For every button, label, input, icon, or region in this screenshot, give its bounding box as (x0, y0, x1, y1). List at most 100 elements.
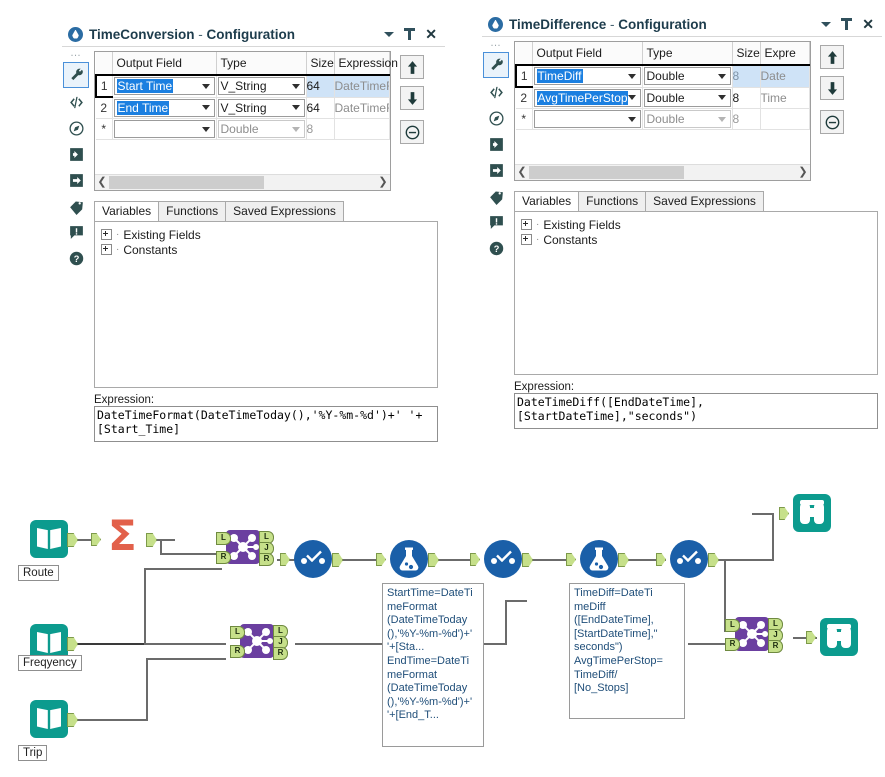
input-port[interactable] (470, 553, 480, 566)
expand-icon[interactable] (521, 234, 532, 245)
expression-value[interactable]: DateTimeF (334, 74, 390, 98)
chevron-down-icon[interactable] (717, 116, 726, 122)
formula-node-timedifference[interactable] (566, 540, 629, 578)
chevron-down-icon[interactable] (201, 105, 210, 111)
output-field-cell[interactable] (532, 108, 643, 130)
port-label-right[interactable]: R (216, 551, 231, 564)
output-port[interactable] (708, 553, 719, 567)
close-icon[interactable]: ✕ (425, 27, 437, 41)
scroll-right-icon[interactable]: ❯ (376, 177, 390, 188)
type-cell[interactable]: Double (642, 87, 733, 109)
output-field-cell[interactable]: End Time (112, 97, 217, 119)
chevron-down-icon[interactable] (201, 126, 210, 132)
expression-value[interactable] (760, 108, 810, 130)
expression-input[interactable]: DateTimeFormat(DateTimeToday(),'%Y-%m-%d… (94, 406, 438, 442)
expression-input[interactable]: DateTimeDiff([EndDateTime], [StartDateTi… (514, 393, 878, 429)
port-label-right[interactable]: R (230, 645, 245, 658)
output-field-cell[interactable] (112, 118, 217, 140)
type-cell[interactable]: V_String (216, 74, 307, 98)
output-port[interactable] (428, 553, 439, 567)
chevron-down-icon[interactable] (717, 95, 726, 101)
join-node-1[interactable]: L R L J R (216, 530, 274, 566)
tab-saved-expressions[interactable]: Saved Expressions (225, 201, 344, 221)
scroll-left-icon[interactable]: ❮ (95, 177, 109, 188)
scroll-track[interactable] (529, 166, 796, 179)
table-row-new[interactable]: * Double 8 (96, 118, 390, 140)
import-icon[interactable] (484, 132, 508, 156)
table-row[interactable]: 2 End Time V_String 64 DateTimeF (96, 97, 390, 119)
input-port[interactable] (376, 553, 386, 566)
grid-horizontal-scrollbar[interactable]: ❮ ❯ (95, 174, 390, 190)
type-cell[interactable]: V_String (216, 97, 307, 119)
chevron-down-icon[interactable] (291, 105, 300, 111)
formula-node-timeconversion[interactable] (376, 540, 439, 578)
move-down-button[interactable] (820, 76, 844, 100)
select-node-1[interactable] (280, 540, 343, 578)
type-cell[interactable]: Double (642, 64, 733, 88)
expression-value[interactable]: Date (760, 64, 810, 88)
output-port[interactable] (67, 533, 78, 547)
scroll-right-icon[interactable]: ❯ (796, 167, 810, 178)
size-value[interactable]: 8 (306, 118, 335, 140)
table-row[interactable]: 2 AvgTimePerStop Double 8 Time (516, 87, 810, 109)
tab-functions[interactable]: Functions (158, 201, 227, 221)
port-label-right[interactable]: R (725, 638, 740, 651)
pin-icon[interactable] (841, 18, 853, 30)
out-port-r[interactable]: R (259, 553, 274, 566)
workflow-canvas[interactable]: Route Freqyency Trip Σ L R L J R L R L J… (0, 460, 885, 777)
select-node-3[interactable] (656, 540, 719, 578)
warning-icon[interactable] (64, 220, 88, 244)
input-node-route[interactable] (30, 520, 78, 558)
port-label-left[interactable]: L (725, 619, 740, 632)
output-field-cell[interactable]: TimeDiff (532, 64, 643, 88)
output-port[interactable] (332, 553, 343, 567)
output-field-cell[interactable]: AvgTimePerStop (532, 87, 643, 109)
output-port[interactable] (67, 713, 78, 727)
tree-item-constants[interactable]: · Constants (101, 242, 431, 257)
output-port[interactable] (67, 637, 78, 651)
expand-icon[interactable] (101, 244, 112, 255)
tree-item-existing-fields[interactable]: · Existing Fields (101, 227, 431, 242)
pin-icon[interactable] (404, 28, 416, 40)
input-port[interactable] (806, 631, 816, 644)
tag-icon[interactable] (64, 194, 88, 218)
delete-row-button[interactable] (400, 120, 424, 144)
browse-node-2[interactable] (806, 618, 858, 656)
chevron-down-icon[interactable] (384, 31, 395, 37)
expression-value[interactable]: DateTimeF (334, 97, 390, 119)
close-icon[interactable]: ✕ (862, 17, 874, 31)
out-port-r[interactable]: R (768, 640, 783, 653)
size-value[interactable]: 8 (732, 87, 761, 109)
scroll-track[interactable] (109, 176, 376, 189)
rail-grip[interactable]: … (490, 38, 502, 50)
warning-icon[interactable] (484, 210, 508, 234)
size-value[interactable]: 8 (732, 108, 761, 130)
join-node-2[interactable]: L R L J R (230, 624, 288, 660)
input-port[interactable] (280, 553, 290, 566)
output-fields-grid[interactable]: Output Field Type Size Expression 1 Star… (94, 51, 398, 191)
input-port[interactable] (91, 533, 101, 546)
grid-horizontal-scrollbar[interactable]: ❮ ❯ (515, 164, 810, 180)
type-cell[interactable]: Double (642, 108, 733, 130)
join-node-3[interactable]: L R L J R (725, 617, 783, 653)
compass-icon[interactable] (484, 106, 508, 130)
tab-functions[interactable]: Functions (578, 191, 647, 211)
expression-tabs[interactable]: Variables Functions Saved Expressions (94, 201, 439, 221)
output-fields-grid[interactable]: Output Field Type Size Expre 1 TimeDiff … (514, 41, 811, 181)
input-node-trip[interactable] (30, 700, 78, 738)
table-row[interactable]: 1 Start Time V_String 64 DateTimeF (95, 74, 390, 98)
browse-node-1[interactable] (779, 494, 831, 532)
tag-icon[interactable] (484, 184, 508, 208)
tab-variables[interactable]: Variables (514, 191, 580, 211)
scroll-left-icon[interactable]: ❮ (515, 167, 529, 178)
output-port[interactable] (522, 553, 533, 567)
delete-row-button[interactable] (820, 110, 844, 134)
expand-icon[interactable] (521, 219, 532, 230)
code-icon[interactable] (64, 90, 88, 114)
size-value[interactable]: 8 (732, 64, 761, 88)
select-node-2[interactable] (470, 540, 533, 578)
tree-item-existing-fields[interactable]: · Existing Fields (521, 217, 871, 232)
export-icon[interactable] (64, 168, 88, 192)
chevron-down-icon[interactable] (627, 116, 636, 122)
tree-item-constants[interactable]: · Constants (521, 232, 871, 247)
